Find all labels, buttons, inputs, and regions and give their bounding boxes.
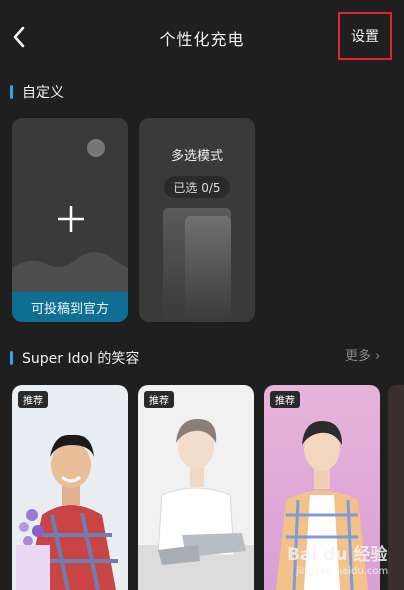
section-accent-bar <box>10 351 13 365</box>
add-custom-card[interactable]: 可投稿到官方 <box>12 118 128 322</box>
idol-section-title: Super Idol 的笑容 <box>10 348 139 368</box>
recommend-badge: 推荐 <box>144 391 174 408</box>
more-link[interactable]: 更多 › <box>345 345 380 364</box>
multi-select-title: 多选模式 <box>170 149 223 164</box>
idol-photo <box>138 385 254 590</box>
idol-card[interactable]: 推荐 <box>12 385 128 590</box>
recommend-badge: 推荐 <box>270 391 300 408</box>
custom-section-title: 自定义 <box>10 82 64 102</box>
idol-section-label: Super Idol 的笑容 <box>22 351 140 367</box>
idol-card[interactable]: 推荐 <box>138 385 254 590</box>
settings-button[interactable]: 设置 <box>338 12 392 60</box>
watermark-logo: Bai du 经验 <box>287 545 388 565</box>
custom-section-label: 自定义 <box>22 85 64 101</box>
selected-count: 已选 0/5 <box>164 176 230 198</box>
contribute-label: 可投稿到官方 <box>12 292 128 322</box>
watermark-url: jingyan.baidu.com <box>296 566 389 577</box>
section-accent-bar <box>10 85 13 99</box>
top-bar: 个性化充电 设置 <box>0 0 404 78</box>
recommend-badge: 推荐 <box>18 391 48 408</box>
next-card-peek <box>388 385 404 590</box>
idol-photo <box>12 385 128 590</box>
multi-select-card[interactable]: 多选模式 已选 0/5 <box>139 118 255 322</box>
plus-icon <box>58 206 84 232</box>
